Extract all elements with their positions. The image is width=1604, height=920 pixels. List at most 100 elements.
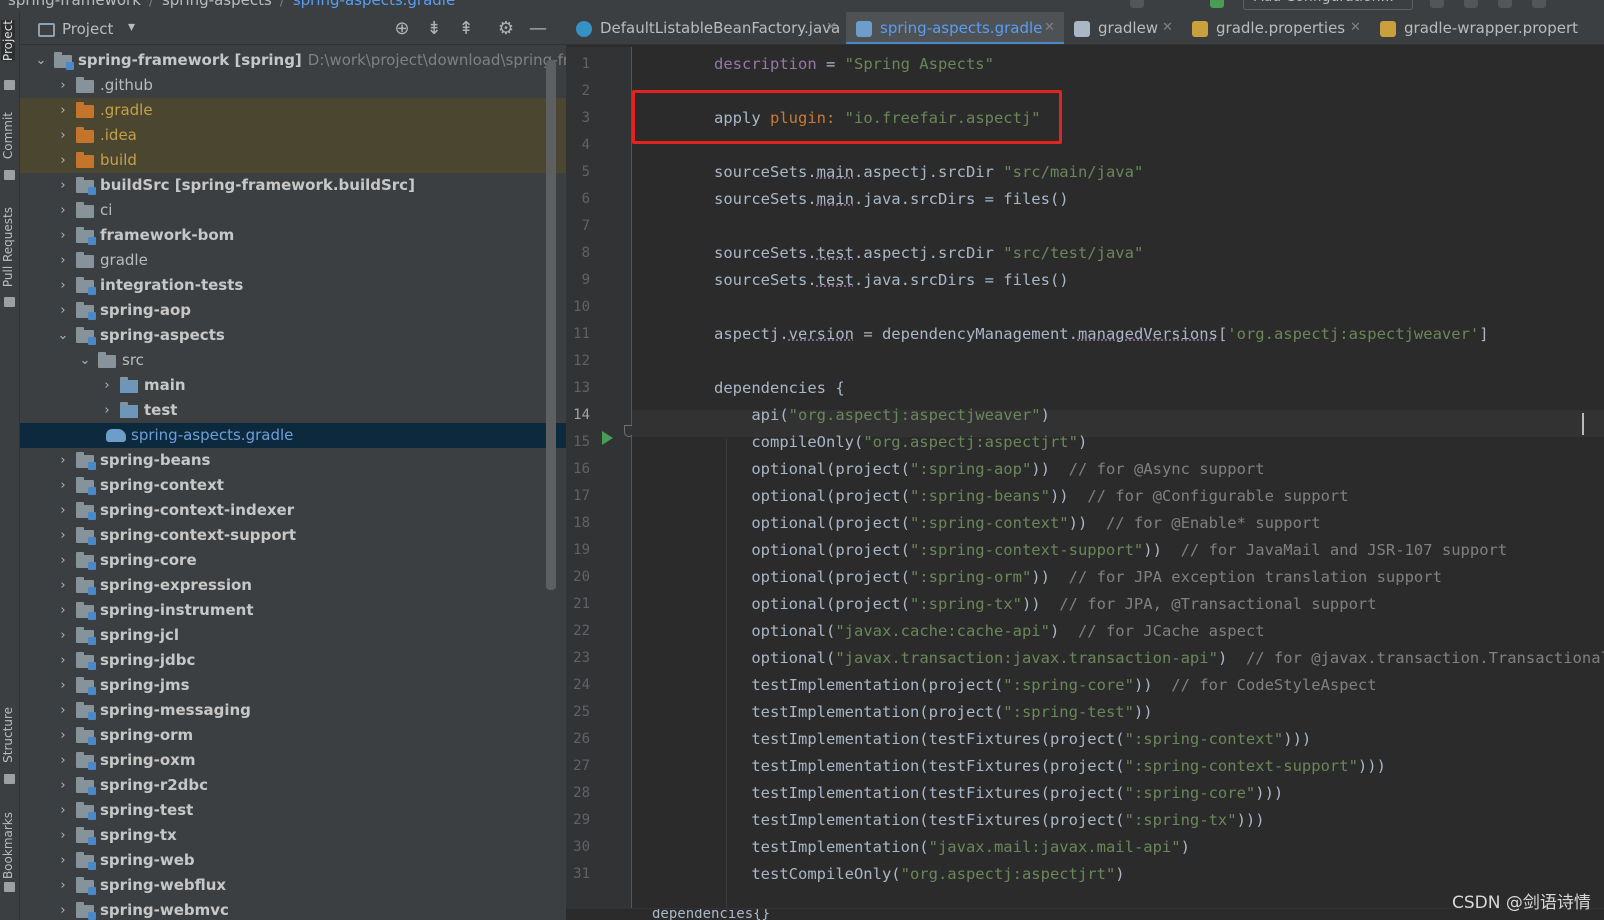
project-tool-icon[interactable] xyxy=(4,80,15,90)
chevron-right-icon[interactable]: › xyxy=(56,498,70,523)
chevron-right-icon[interactable]: › xyxy=(56,123,70,148)
tree-item[interactable]: › ci xyxy=(20,198,566,223)
chevron-right-icon[interactable]: › xyxy=(56,898,70,920)
chevron-right-icon[interactable]: › xyxy=(56,548,70,573)
chevron-down-icon[interactable]: ⌄ xyxy=(78,348,92,373)
collapse-all-icon[interactable]: ⇞ xyxy=(456,19,476,39)
editor-tab[interactable]: DefaultListableBeanFactory.java ✕ xyxy=(566,12,846,44)
tool-window-project[interactable]: Project xyxy=(1,20,15,62)
chevron-right-icon[interactable]: › xyxy=(56,448,70,473)
build-icon[interactable] xyxy=(1210,0,1224,8)
breadcrumb-item[interactable]: spring-framework xyxy=(8,0,141,9)
tree-item[interactable]: › .gradle xyxy=(20,98,566,123)
chevron-right-icon[interactable]: › xyxy=(56,148,70,173)
gear-icon[interactable]: ⚙ xyxy=(496,19,516,39)
close-icon[interactable]: ✕ xyxy=(1350,12,1361,44)
tree-item[interactable]: › spring-tx xyxy=(20,823,566,848)
chevron-right-icon[interactable]: › xyxy=(56,73,70,98)
chevron-right-icon[interactable]: › xyxy=(56,298,70,323)
code-area[interactable]: description = "Spring Aspects" apply plug… xyxy=(632,47,1604,920)
tree-item[interactable]: › spring-jcl xyxy=(20,623,566,648)
tree-item[interactable]: › spring-oxm xyxy=(20,748,566,773)
tree-item[interactable]: › gradle xyxy=(20,248,566,273)
close-icon[interactable]: ✕ xyxy=(1162,12,1173,44)
tree-item[interactable]: › test xyxy=(20,398,566,423)
tool-window-commit[interactable]: Commit xyxy=(1,112,15,159)
breadcrumb-item[interactable]: spring-aspects xyxy=(162,0,272,9)
chevron-down-icon[interactable]: ▾ xyxy=(128,19,135,35)
chevron-right-icon[interactable]: › xyxy=(56,248,70,273)
breadcrumb-item[interactable]: spring-aspects.gradle xyxy=(293,0,455,9)
tree-item[interactable]: › integration-tests xyxy=(20,273,566,298)
user-icon[interactable] xyxy=(1130,0,1144,8)
tool-window-structure[interactable]: Structure xyxy=(1,707,15,763)
tool-window-pull-requests[interactable]: Pull Requests xyxy=(1,207,15,287)
tree-item[interactable]: › .github xyxy=(20,73,566,98)
chevron-right-icon[interactable]: › xyxy=(56,523,70,548)
expand-all-icon[interactable]: ⇟ xyxy=(424,19,444,39)
chevron-right-icon[interactable]: › xyxy=(56,848,70,873)
chevron-right-icon[interactable]: › xyxy=(56,823,70,848)
tree-item[interactable]: ⌄ src xyxy=(20,348,566,373)
chevron-right-icon[interactable]: › xyxy=(56,773,70,798)
bookmarks-tool-icon[interactable] xyxy=(4,882,15,892)
chevron-right-icon[interactable]: › xyxy=(56,748,70,773)
editor-tab[interactable]: gradle-wrapper.propert xyxy=(1370,12,1600,44)
run-configuration-dropdown[interactable]: Add Configuration... xyxy=(1243,0,1413,10)
close-icon[interactable]: ✕ xyxy=(1044,12,1055,44)
commit-tool-icon[interactable] xyxy=(4,170,15,180)
tree-item[interactable]: › spring-context-indexer xyxy=(20,498,566,523)
chevron-right-icon[interactable]: › xyxy=(56,98,70,123)
editor-tab[interactable]: gradle.properties ✕ xyxy=(1182,12,1370,44)
tree-item[interactable]: ⌄ spring-framework [spring] D:\work\projec… xyxy=(20,48,566,73)
tree-item[interactable]: › spring-instrument xyxy=(20,598,566,623)
tree-item[interactable]: › spring-context-support xyxy=(20,523,566,548)
tree-item[interactable]: › spring-jms xyxy=(20,673,566,698)
tree-item[interactable]: › spring-expression xyxy=(20,573,566,598)
tree-item[interactable]: › buildSrc [spring-framework.buildSrc] xyxy=(20,173,566,198)
project-panel-title[interactable]: Project xyxy=(62,20,113,38)
chevron-right-icon[interactable]: › xyxy=(56,223,70,248)
tree-item[interactable]: › spring-jdbc xyxy=(20,648,566,673)
chevron-right-icon[interactable]: › xyxy=(100,398,114,423)
chevron-right-icon[interactable]: › xyxy=(100,373,114,398)
tree-item[interactable]: › build xyxy=(20,148,566,173)
chevron-right-icon[interactable]: › xyxy=(56,698,70,723)
tree-item[interactable]: › spring-test xyxy=(20,798,566,823)
chevron-down-icon[interactable]: ⌄ xyxy=(56,323,70,348)
pull-requests-tool-icon[interactable] xyxy=(4,297,15,307)
editor-tab[interactable]: spring-aspects.gradle ✕ xyxy=(846,12,1064,44)
chevron-down-icon[interactable]: ⌄ xyxy=(34,48,48,73)
chevron-right-icon[interactable]: › xyxy=(56,648,70,673)
tree-item[interactable]: › spring-webmvc xyxy=(20,898,566,920)
run-gutter-icon[interactable] xyxy=(602,431,613,445)
close-icon[interactable]: ✕ xyxy=(826,12,837,44)
structure-tool-icon[interactable] xyxy=(4,774,15,784)
editor-tab[interactable]: gradlew ✕ xyxy=(1064,12,1182,44)
chevron-right-icon[interactable]: › xyxy=(56,273,70,298)
debug-icon[interactable] xyxy=(1464,0,1478,8)
tree-item[interactable]: › .idea xyxy=(20,123,566,148)
editor-breadcrumb-item[interactable]: dependencies{} xyxy=(652,909,770,920)
profile-icon[interactable] xyxy=(1532,0,1546,8)
chevron-right-icon[interactable]: › xyxy=(56,173,70,198)
tree-item[interactable]: › spring-web xyxy=(20,848,566,873)
tree-item[interactable]: › main xyxy=(20,373,566,398)
tree-item[interactable]: › framework-bom xyxy=(20,223,566,248)
tree-item[interactable]: › spring-aop xyxy=(20,298,566,323)
chevron-right-icon[interactable]: › xyxy=(56,598,70,623)
project-scrollbar[interactable] xyxy=(546,60,556,590)
tree-item[interactable]: › spring-r2dbc xyxy=(20,773,566,798)
tree-item[interactable]: spring-aspects.gradle xyxy=(20,423,566,448)
chevron-right-icon[interactable]: › xyxy=(56,798,70,823)
chevron-right-icon[interactable]: › xyxy=(56,623,70,648)
locate-icon[interactable]: ⊕ xyxy=(392,19,412,39)
tree-item[interactable]: › spring-webflux xyxy=(20,873,566,898)
chevron-right-icon[interactable]: › xyxy=(56,198,70,223)
tree-item[interactable]: ⌄ spring-aspects xyxy=(20,323,566,348)
chevron-right-icon[interactable]: › xyxy=(56,673,70,698)
tool-window-bookmarks[interactable]: Bookmarks xyxy=(1,812,15,879)
chevron-right-icon[interactable]: › xyxy=(56,573,70,598)
chevron-right-icon[interactable]: › xyxy=(56,473,70,498)
tree-item[interactable]: › spring-context xyxy=(20,473,566,498)
